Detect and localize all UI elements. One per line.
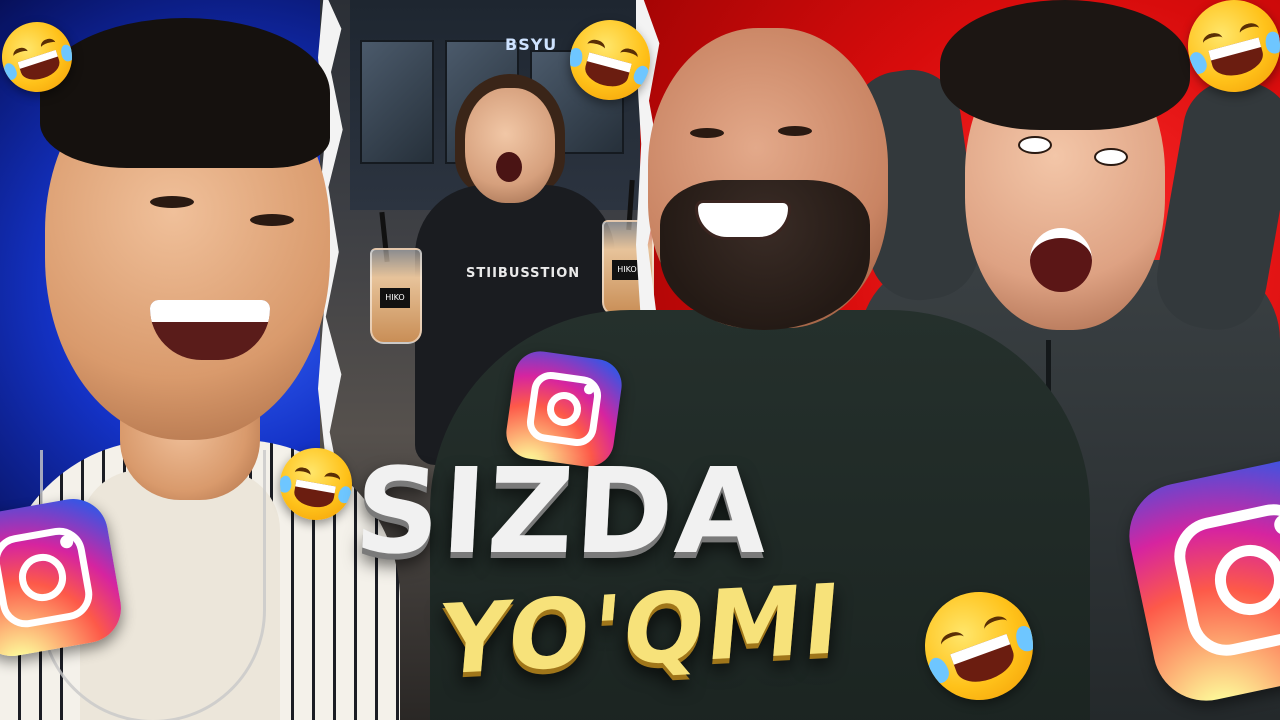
eye	[778, 126, 812, 136]
short-hair	[40, 18, 330, 168]
cup-label: HIKO	[380, 288, 410, 308]
shocked-mouth	[1030, 228, 1092, 292]
teeth	[150, 300, 270, 322]
title-main-text: SIZDA	[351, 442, 773, 580]
eye	[1018, 136, 1052, 154]
smile-with-braces	[695, 200, 791, 240]
eye	[690, 128, 724, 138]
shirt-print: STIIBUSSTION	[466, 266, 581, 281]
eye	[150, 196, 194, 208]
young-man-hair	[940, 0, 1190, 130]
building-window	[360, 40, 434, 164]
eye	[250, 214, 294, 226]
woman-open-mouth	[496, 152, 522, 182]
store-sign: BSYU	[505, 35, 558, 54]
thumbnail: BSYU STIIBUSSTION HIKO HIKO SIZDA YO'QMI	[0, 0, 1280, 720]
woman-face	[465, 88, 555, 203]
drink-cup: HIKO	[370, 248, 422, 344]
eye	[1094, 148, 1128, 166]
